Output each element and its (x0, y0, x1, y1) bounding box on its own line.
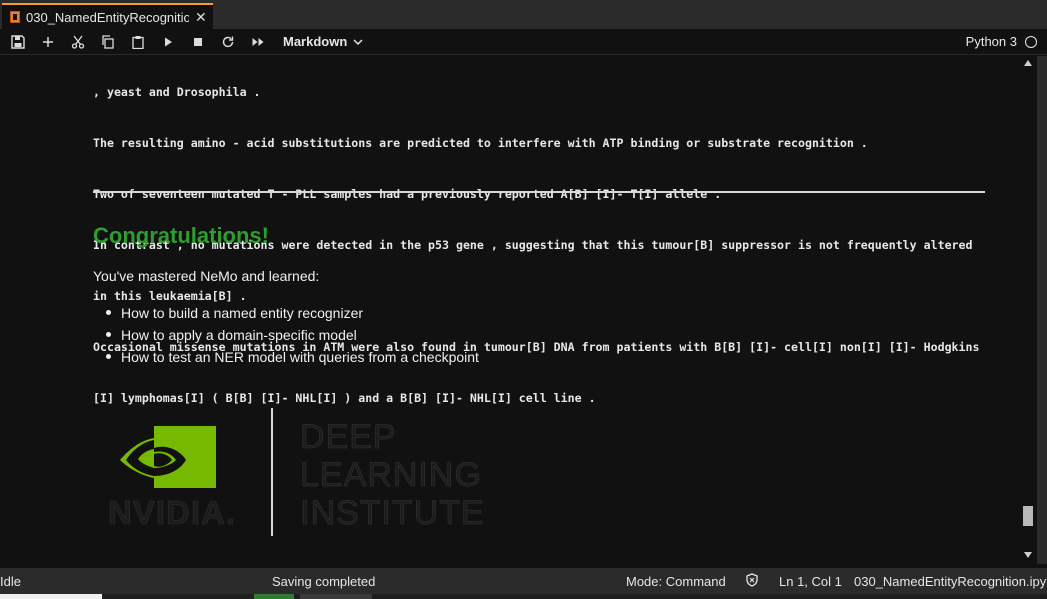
notebook-tab[interactable]: 030_NamedEntityRecognitio ✕ (2, 3, 213, 29)
kernel-state: Idle (0, 574, 21, 589)
scroll-down-icon[interactable] (1024, 552, 1032, 558)
list-item: How to test an NER model with queries fr… (105, 348, 479, 370)
notebook-icon (10, 11, 20, 23)
close-icon[interactable]: ✕ (195, 10, 207, 24)
dli-line: DEEP (300, 418, 397, 457)
restart-icon (222, 36, 234, 47)
output-line: The resulting amino - acid substitutions… (93, 136, 868, 150)
paste-icon (132, 35, 144, 49)
copy-icon (102, 34, 114, 49)
scroll-thumb[interactable] (1023, 506, 1033, 526)
taskbar-strip (0, 594, 1047, 599)
notebook-toolbar: Markdown Python 3 (0, 29, 1047, 55)
stop-button[interactable] (183, 30, 213, 54)
taskbar-segment (0, 594, 102, 599)
scissors-icon (71, 35, 85, 49)
nvidia-eye-icon (120, 426, 216, 488)
kernel-status-icon (1025, 35, 1037, 48)
output-line: [I] lymphomas[I] ( B[B] [I]- NHL[I] ) an… (93, 391, 596, 405)
save-button[interactable] (3, 30, 33, 54)
cell-type-select[interactable]: Markdown (283, 34, 363, 49)
output-line: in this leukaemia[B] . (93, 289, 247, 303)
logo-divider (271, 408, 273, 536)
dli-line: LEARNING (300, 456, 482, 495)
markdown-intro: You've mastered NeMo and learned: (93, 268, 320, 284)
markdown-heading: Congratulations! (93, 223, 269, 248)
chevron-down-icon (353, 38, 363, 45)
add-cell-button[interactable] (33, 30, 63, 54)
save-status: Saving completed (272, 574, 376, 589)
paste-button[interactable] (123, 30, 153, 54)
file-name: 030_NamedEntityRecognition.ipynb (854, 574, 1047, 589)
kernel-indicator[interactable]: Python 3 (966, 34, 1037, 49)
dli-line: INSTITUTE (300, 494, 485, 533)
dli-wordmark: DEEP LEARNING INSTITUTE (300, 418, 485, 533)
notebook-content: , yeast and Drosophila . The resulting a… (0, 56, 1020, 564)
tab-title: 030_NamedEntityRecognitio (26, 9, 189, 25)
run-cell-button[interactable] (153, 30, 183, 54)
play-icon (165, 37, 172, 46)
output-line: , yeast and Drosophila . (93, 85, 261, 99)
save-icon (11, 34, 25, 49)
taskbar-segment (254, 594, 294, 599)
scroll-up-icon[interactable] (1024, 60, 1032, 66)
list-item: How to apply a domain-specific model (105, 326, 479, 348)
shield-icon[interactable] (745, 573, 759, 587)
stop-icon (194, 37, 202, 46)
kernel-name: Python 3 (965, 34, 1017, 49)
list-item: How to build a named entity recognizer (105, 304, 479, 326)
taskbar-segment (300, 594, 372, 599)
copy-button[interactable] (93, 30, 123, 54)
cursor-position[interactable]: Ln 1, Col 1 (779, 574, 842, 589)
nvidia-wordmark: NVIDIA. (108, 494, 237, 532)
fast-forward-icon (252, 37, 264, 46)
run-all-button[interactable] (243, 30, 273, 54)
horizontal-rule (93, 191, 985, 193)
right-gutter (1037, 56, 1047, 564)
status-bar: Idle Saving completed Mode: Command Ln 1… (0, 568, 1047, 594)
mode-indicator[interactable]: Mode: Command (626, 574, 726, 589)
vertical-scrollbar[interactable] (1020, 56, 1037, 564)
cell-type-label: Markdown (283, 34, 348, 49)
markdown-bullet-list: How to build a named entity recognizer H… (105, 304, 479, 370)
plus-icon (43, 36, 53, 47)
restart-button[interactable] (213, 30, 243, 54)
output-line: Two of seventeen mutated T - PLL samples… (93, 187, 722, 201)
tab-bar: 030_NamedEntityRecognitio ✕ (0, 0, 1047, 29)
cut-button[interactable] (63, 30, 93, 54)
nvidia-dli-logo: NVIDIA. DEEP LEARNING INSTITUTE (108, 406, 488, 541)
